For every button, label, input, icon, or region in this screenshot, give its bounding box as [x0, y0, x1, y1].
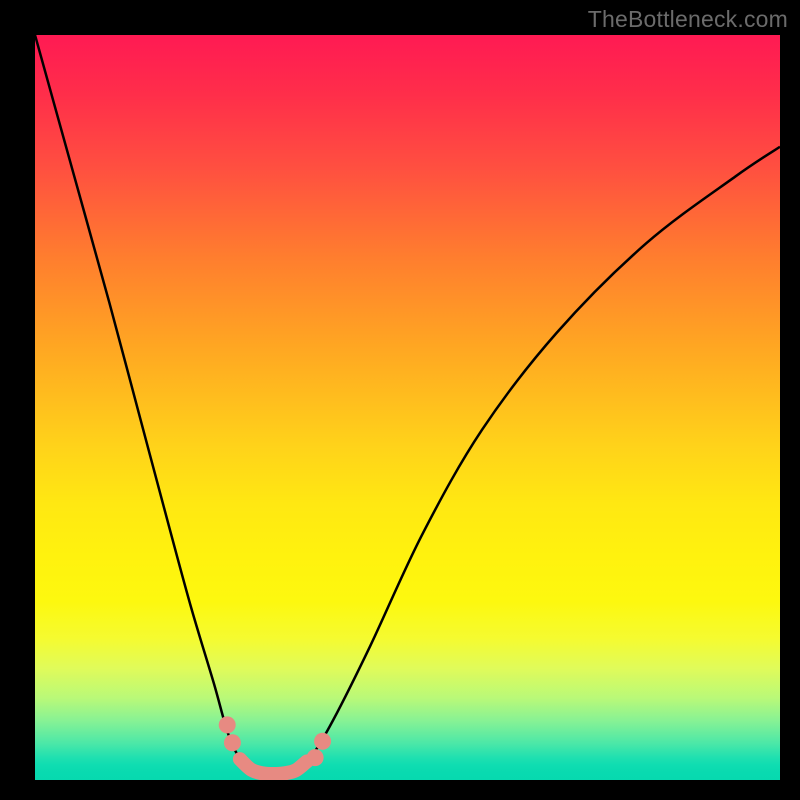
- basin-stroke: [240, 759, 307, 774]
- right-dot-upper: [314, 733, 331, 750]
- right-dot-lower: [307, 749, 324, 766]
- plot-area: [35, 35, 780, 780]
- chart-svg: [35, 35, 780, 780]
- left-dot-lower: [224, 734, 241, 751]
- bottleneck-curve: [35, 35, 780, 776]
- chart-frame: TheBottleneck.com: [0, 0, 800, 800]
- left-dot-upper: [219, 716, 236, 733]
- watermark-text: TheBottleneck.com: [588, 6, 788, 33]
